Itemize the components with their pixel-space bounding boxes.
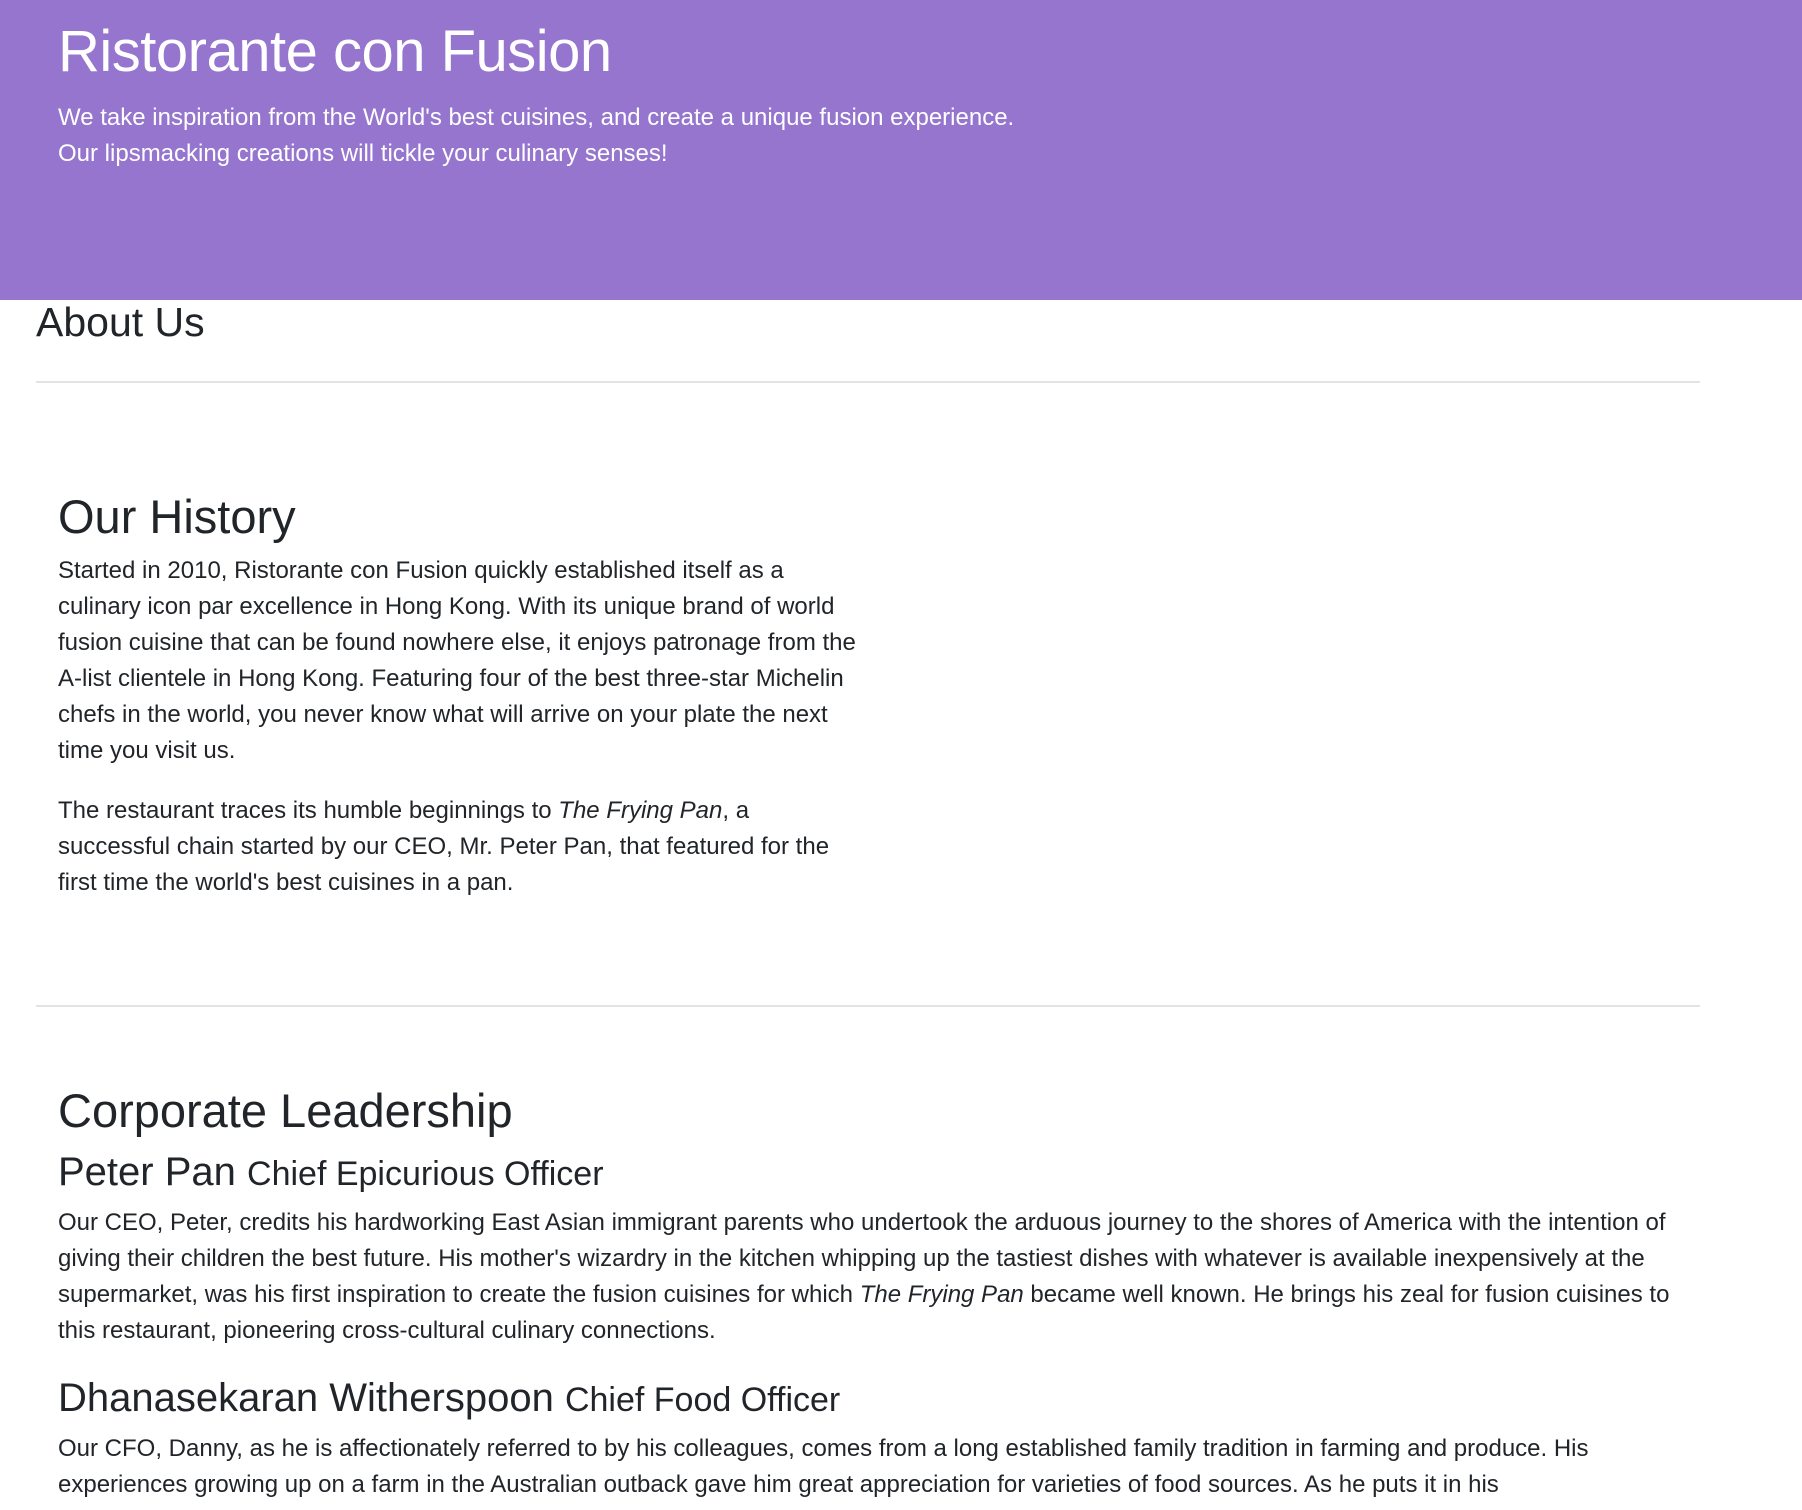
history-divider <box>36 1005 1700 1007</box>
about-us-heading: About Us <box>36 299 205 345</box>
leader-name: Peter Pan <box>58 1150 236 1194</box>
history-heading: Our History <box>58 490 296 543</box>
frying-pan-name: The Frying Pan <box>859 1281 1024 1308</box>
restaurant-tagline: We take inspiration from the World's bes… <box>58 100 1014 172</box>
leader-bio-peter-pan: Our CEO, Peter, credits his hardworking … <box>58 1205 1688 1349</box>
leader-bio-dhanasekaran-witherspoon: Our CFO, Danny, as he is affectionately … <box>58 1435 1589 1498</box>
tagline-line-1: We take inspiration from the World's bes… <box>58 104 1015 131</box>
history-paragraph-2-start: The restaurant traces its humble beginni… <box>58 797 559 824</box>
history-paragraph-1: Started in 2010, Ristorante con Fusion q… <box>58 557 856 764</box>
restaurant-title: Ristorante con Fusion <box>58 19 612 84</box>
header-jumbotron: Ristorante con Fusion We take inspiratio… <box>0 0 1802 300</box>
leader-title: Chief Food Officer <box>564 1381 841 1419</box>
tagline-line-2: Our lipsmacking creations will tickle yo… <box>58 140 668 167</box>
leader-name: Dhanasekaran Witherspoon <box>58 1376 554 1420</box>
leadership-heading: Corporate Leadership <box>58 1084 513 1137</box>
leader-heading-peter-pan: Peter Pan Chief Epicurious Officer <box>58 1148 604 1196</box>
leader-heading-dhanasekaran-witherspoon: Dhanasekaran Witherspoon Chief Food Offi… <box>58 1374 840 1422</box>
about-divider <box>36 381 1700 383</box>
leader-title: Chief Epicurious Officer <box>247 1155 604 1193</box>
frying-pan-name: The Frying Pan <box>558 797 723 824</box>
history-paragraph-2: The restaurant traces its humble beginni… <box>58 793 858 901</box>
